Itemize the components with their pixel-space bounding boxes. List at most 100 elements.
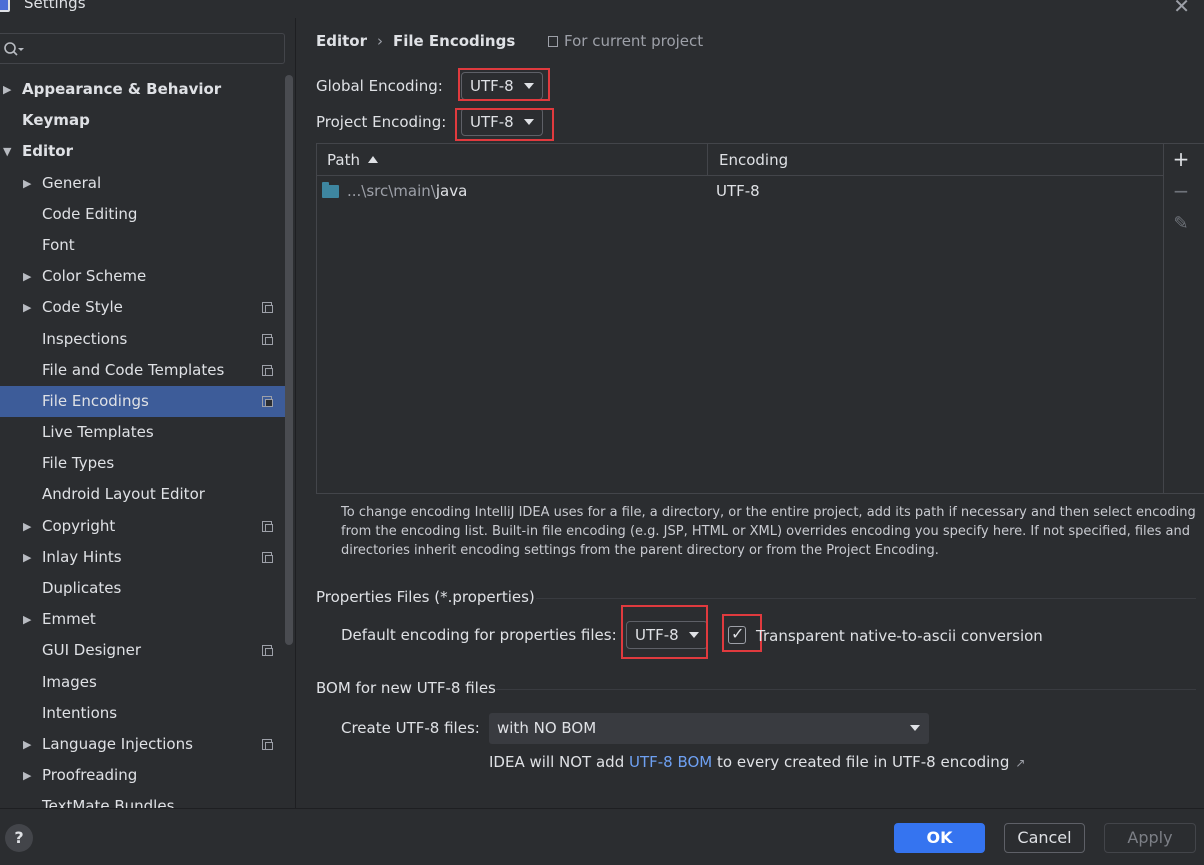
sidebar-item-emmet[interactable]: ▶ Emmet [0,604,286,635]
column-divider[interactable] [707,144,708,176]
settings-content: Editor › File Encodings For current projec… [296,18,1204,808]
remove-icon[interactable]: − [1169,179,1193,203]
title-bar: Settings ✕ [0,0,1204,18]
sidebar-item-file-and-code-templates[interactable]: File and Code Templates [0,355,286,386]
sidebar-item-label: Color Scheme [42,267,147,286]
sidebar-item-label: Live Templates [42,423,154,442]
sort-ascending-icon [367,156,378,163]
chevron-down-icon [688,632,699,638]
chevron-down-icon[interactable]: ▼ [3,136,11,167]
path-cell: ...\src\main\java [347,182,468,200]
project-scope-icon [262,333,273,345]
section-divider [496,689,1196,690]
sidebar-item-label: Code Editing [42,204,138,223]
search-icon [4,42,24,56]
sidebar-item-label: Android Layout Editor [42,485,205,504]
native-to-ascii-label[interactable]: Transparent native-to-ascii conversion [756,627,1043,645]
sidebar-item-label: Inlay Hints [42,547,122,566]
sidebar-item-file-types[interactable]: File Types [0,448,286,479]
sidebar-item-android-layout-editor[interactable]: Android Layout Editor [0,479,286,510]
sidebar-item-appearance-behavior[interactable]: ▶ Appearance & Behavior [0,74,286,105]
project-scope-icon [262,520,273,532]
chevron-right-icon[interactable]: ▶ [23,604,31,635]
sidebar-item-live-templates[interactable]: Live Templates [0,417,286,448]
close-icon[interactable]: ✕ [1173,0,1190,18]
project-scope-icon [262,645,273,657]
sidebar-item-inspections[interactable]: Inspections [0,324,286,355]
chevron-right-icon[interactable]: ▶ [23,760,31,791]
sidebar-item-gui-designer[interactable]: GUI Designer [0,635,286,666]
project-scope-icon [262,395,273,407]
sidebar-item-copyright[interactable]: ▶ Copyright [0,511,286,542]
sidebar-item-proofreading[interactable]: ▶ Proofreading [0,760,286,791]
chevron-right-icon[interactable]: ▶ [23,292,31,323]
sidebar-item-label: Keymap [22,111,90,130]
sidebar-item-label: Images [42,672,97,691]
project-scope-icon [548,36,558,47]
sidebar-item-file-encodings[interactable]: File Encodings [0,385,286,418]
global-encoding-select[interactable]: UTF-8 [461,72,543,100]
column-header-encoding[interactable]: Encoding [719,144,788,176]
ok-button[interactable]: OK [894,823,985,853]
column-header-path[interactable]: Path [327,144,378,176]
create-utf8-select[interactable]: with NO BOM [489,713,929,744]
sidebar-item-code-editing[interactable]: Code Editing [0,199,286,230]
sidebar-item-font[interactable]: Font [0,230,286,261]
table-row[interactable]: ...\src\main\java UTF-8 [317,176,1163,206]
add-icon[interactable]: + [1169,147,1193,171]
sidebar-item-language-injections[interactable]: ▶ Language Injections [0,729,286,760]
sidebar-item-editor[interactable]: ▼ Editor [0,136,286,167]
utf8-bom-link[interactable]: UTF-8 BOM [629,753,712,771]
for-current-project-hint: For current project [548,32,703,50]
sidebar-item-keymap[interactable]: Keymap [0,105,286,136]
project-scope-icon [262,302,273,314]
sidebar-item-label: Language Injections [42,734,193,753]
sidebar-item-label: Appearance & Behavior [22,80,222,98]
sidebar-item-inlay-hints[interactable]: ▶ Inlay Hints [0,542,286,573]
breadcrumb-separator-icon: › [377,32,383,50]
edit-icon[interactable]: ✎ [1169,212,1193,236]
sidebar-item-label: File and Code Templates [42,360,225,379]
sidebar-item-images[interactable]: Images [0,667,286,698]
sidebar-item-code-style[interactable]: ▶ Code Style [0,292,286,323]
sidebar-item-textmate-bundles[interactable]: TextMate Bundles [0,791,286,808]
chevron-right-icon[interactable]: ▶ [23,729,31,760]
chevron-down-icon [910,725,920,731]
breadcrumb: Editor › File Encodings [316,32,515,50]
properties-encoding-select[interactable]: UTF-8 [626,621,708,649]
dialog-footer: ? OK Cancel Apply [0,808,1204,865]
sidebar-item-label: Intentions [42,703,118,722]
global-encoding-label: Global Encoding: [316,77,443,95]
create-utf8-label: Create UTF-8 files: [341,719,480,737]
sidebar-item-label: TextMate Bundles [42,797,175,808]
breadcrumb-file-encodings: File Encodings [393,32,516,50]
sidebar-item-label: General [42,173,102,192]
section-divider [536,598,1196,599]
apply-button[interactable]: Apply [1104,823,1196,853]
chevron-right-icon[interactable]: ▶ [23,542,31,573]
native-to-ascii-checkbox[interactable] [728,624,746,644]
sidebar-item-label: Inspections [42,329,128,348]
help-button[interactable]: ? [5,824,33,852]
bom-section-title: BOM for new UTF-8 files [316,679,496,697]
chevron-right-icon[interactable]: ▶ [23,511,31,542]
sidebar-item-label: Emmet [42,610,96,629]
sidebar-item-general[interactable]: ▶ General [0,168,286,199]
encoding-cell: UTF-8 [716,182,760,200]
project-encoding-label: Project Encoding: [316,113,447,131]
chevron-right-icon[interactable]: ▶ [23,168,31,199]
project-scope-icon [262,364,273,376]
sidebar-item-label: Proofreading [42,766,138,785]
project-encoding-select[interactable]: UTF-8 [461,108,543,136]
sidebar-item-color-scheme[interactable]: ▶ Color Scheme [0,261,286,292]
cancel-button[interactable]: Cancel [1004,823,1085,853]
sidebar-item-duplicates[interactable]: Duplicates [0,573,286,604]
chevron-right-icon[interactable]: ▶ [3,74,11,105]
sidebar-scrollbar[interactable] [285,75,293,645]
project-scope-icon [262,738,273,750]
chevron-down-icon [523,83,534,89]
search-input[interactable] [0,33,285,64]
chevron-right-icon[interactable]: ▶ [23,261,31,292]
breadcrumb-editor[interactable]: Editor [316,32,367,50]
sidebar-item-intentions[interactable]: Intentions [0,698,286,729]
